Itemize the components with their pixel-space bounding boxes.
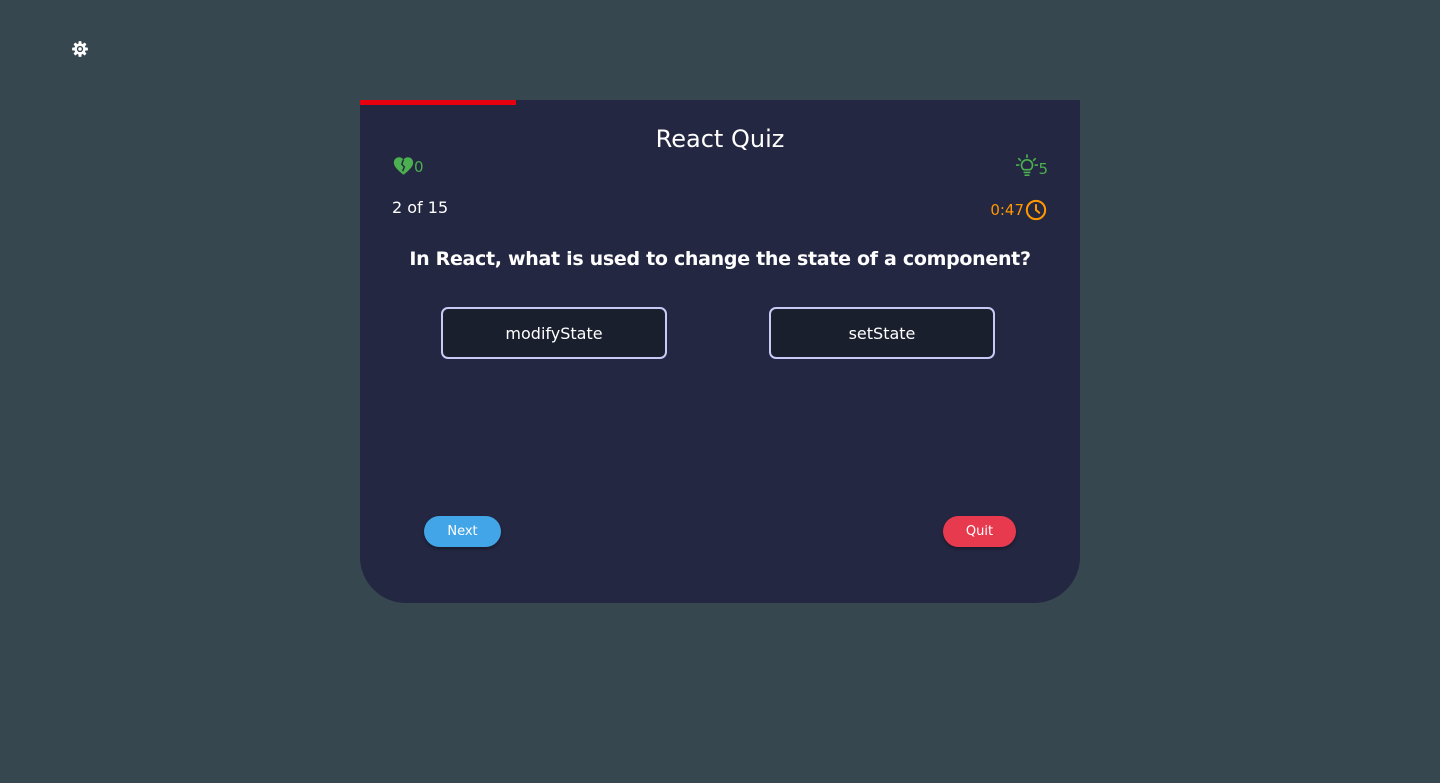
lightbulb-icon <box>1016 154 1039 176</box>
quiz-card: React Quiz 0 5 2 of 15 0:47 In React, wh… <box>360 100 1080 603</box>
hints-count: 5 <box>1038 160 1048 178</box>
timer: 0:47 <box>990 199 1047 221</box>
quiz-title: React Quiz <box>655 125 785 153</box>
quiz-progress-bar <box>360 100 516 105</box>
timer-value: 0:47 <box>990 201 1024 219</box>
question-text: In React, what is used to change the sta… <box>409 248 1031 270</box>
quit-button[interactable]: Quit <box>943 516 1016 547</box>
gear-icon <box>72 41 88 57</box>
hints-button[interactable]: 5 <box>1016 154 1048 178</box>
lives-indicator: 0 <box>393 156 424 176</box>
next-button[interactable]: Next <box>424 516 501 547</box>
settings-button[interactable] <box>71 40 89 58</box>
answer-option-b[interactable]: setState <box>769 307 995 359</box>
lives-count: 0 <box>414 158 424 176</box>
clock-icon <box>1025 199 1047 221</box>
question-counter: 2 of 15 <box>392 198 449 217</box>
answer-option-a[interactable]: modifyState <box>441 307 667 359</box>
heart-icon <box>393 157 414 175</box>
